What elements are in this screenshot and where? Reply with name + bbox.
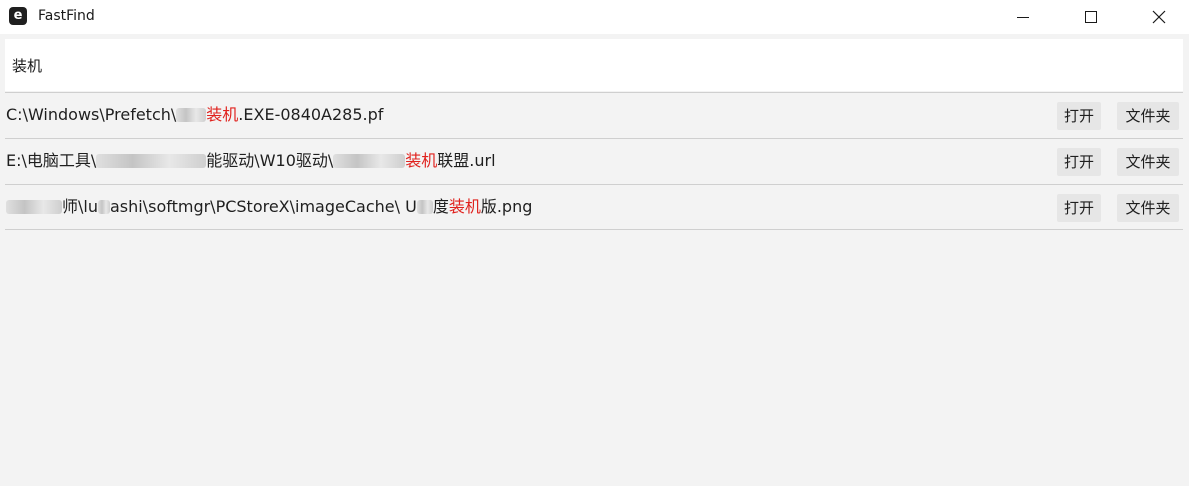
open-button[interactable]: 打开 (1057, 102, 1101, 130)
redacted-text (176, 108, 207, 122)
match-highlight: 装机 (405, 151, 438, 170)
close-button[interactable] (1136, 0, 1182, 34)
result-row[interactable]: E:\电脑工具\ 能驱动\W10驱动\ 装机联盟.url 打开 文件夹 (5, 138, 1183, 184)
redacted-text (416, 200, 433, 214)
result-row[interactable]: C:\Windows\Prefetch\ 装机.EXE-0840A285.pf 打… (5, 92, 1183, 138)
results-list: C:\Windows\Prefetch\ 装机.EXE-0840A285.pf 打… (5, 92, 1183, 230)
open-folder-button[interactable]: 文件夹 (1117, 194, 1179, 222)
close-icon (1152, 10, 1166, 24)
minimize-button[interactable] (1000, 0, 1046, 34)
result-path: C:\Windows\Prefetch\ 装机.EXE-0840A285.pf (6, 105, 384, 124)
empty-results-area (5, 232, 1183, 486)
open-folder-button[interactable]: 文件夹 (1117, 148, 1179, 176)
match-highlight: 装机 (448, 197, 481, 216)
redacted-text (6, 200, 62, 214)
search-box (5, 39, 1183, 91)
search-input[interactable] (5, 39, 1172, 91)
title-bar: e FastFind (0, 0, 1189, 34)
result-path: E:\电脑工具\ 能驱动\W10驱动\ 装机联盟.url (6, 151, 496, 170)
match-highlight: 装机 (206, 105, 239, 124)
redacted-text (333, 154, 406, 168)
open-folder-button[interactable]: 文件夹 (1117, 102, 1179, 130)
redacted-text (96, 154, 207, 168)
open-button[interactable]: 打开 (1057, 194, 1101, 222)
maximize-button[interactable] (1068, 0, 1114, 34)
result-row[interactable]: 师\lu ashi\softmgr\PCStoreX\imageCache\ U度… (5, 184, 1183, 230)
result-path: 师\lu ashi\softmgr\PCStoreX\imageCache\ U度… (6, 197, 532, 217)
open-button[interactable]: 打开 (1057, 148, 1101, 176)
redacted-text (97, 200, 110, 214)
app-logo-icon: e (9, 7, 27, 25)
maximize-icon (1085, 11, 1097, 23)
minimize-icon (1017, 17, 1029, 18)
window-title: FastFind (38, 8, 95, 24)
